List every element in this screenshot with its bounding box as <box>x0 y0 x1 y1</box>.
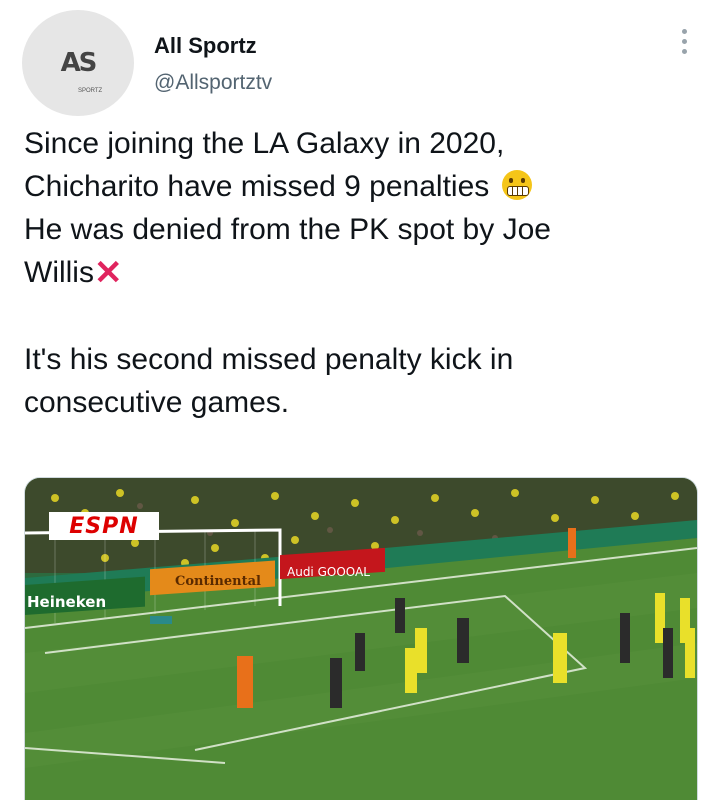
tweet-line: Since joining the LA Galaxy in 2020, <box>24 127 505 160</box>
tweet-text: Since joining the LA Galaxy in 2020, Chi… <box>24 122 704 424</box>
continental-board: Continental <box>175 574 261 589</box>
more-options-icon[interactable] <box>682 29 690 54</box>
heineken-board: Heineken <box>27 593 107 611</box>
author-display-name[interactable]: All Sportz <box>154 33 257 59</box>
tweet-line: consecutive games. <box>24 386 290 419</box>
audi-board: Audi GOOOAL <box>287 565 370 579</box>
tweet-media-image[interactable]: ESPN Heineken Continental Audi GOOOAL <box>24 477 698 800</box>
espn-logo-text: ESPN <box>69 513 139 539</box>
tweet-line-text: Chicharito have missed 9 penalties <box>24 170 490 203</box>
author-avatar[interactable]: AS SPORTZ <box>22 10 134 116</box>
tweet-line: Willis✕ <box>24 251 704 295</box>
tweet-line: Chicharito have missed 9 penalties <box>24 165 704 208</box>
grimacing-face-icon <box>501 170 532 200</box>
avatar-logo-text: AS <box>60 48 98 78</box>
cross-mark-icon: ✕ <box>93 254 123 292</box>
avatar-logo-subtext: SPORTZ <box>78 88 103 94</box>
espn-logo: ESPN <box>49 512 159 540</box>
author-handle[interactable]: @Allsportztv <box>154 71 272 95</box>
tweet-line-text: Willis <box>24 256 94 289</box>
tweet-line: It's his second missed penalty kick in <box>24 343 514 376</box>
tweet-line: He was denied from the PK spot by Joe <box>24 213 551 246</box>
